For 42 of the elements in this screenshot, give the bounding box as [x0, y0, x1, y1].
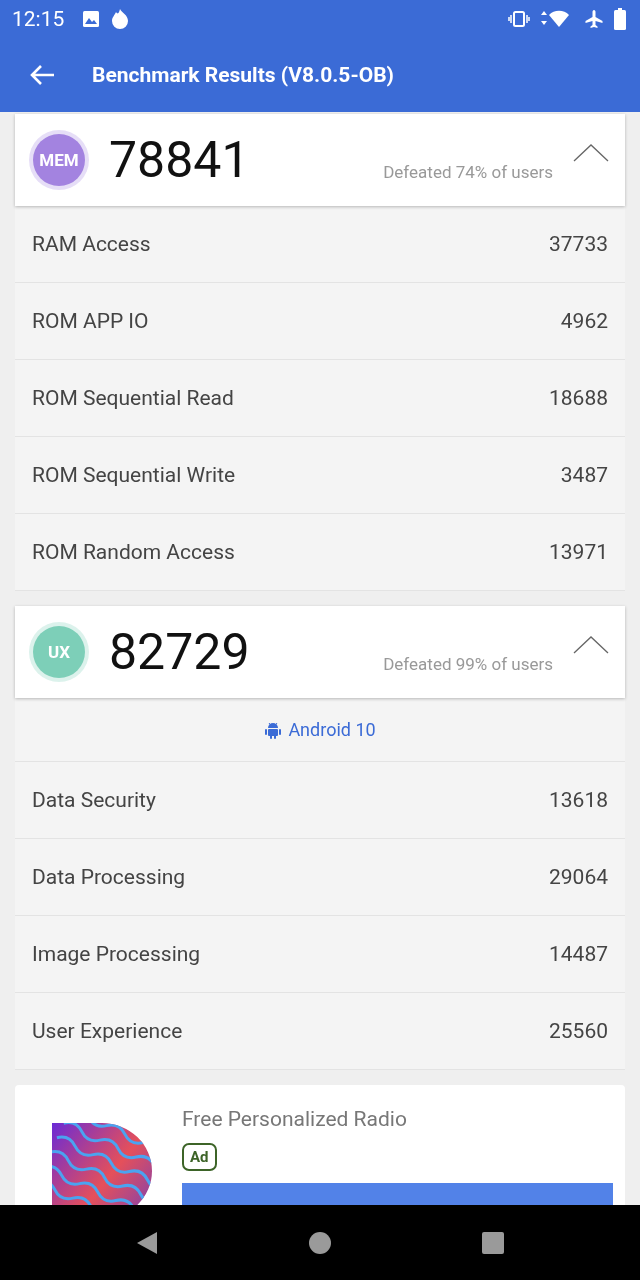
test-score: 4962: [560, 309, 608, 333]
airplane-icon: [584, 9, 604, 29]
test-name: User Experience: [32, 1019, 183, 1043]
os-version-text: Android 10: [288, 719, 376, 740]
test-name: RAM Access: [32, 232, 151, 256]
test-score: 13618: [549, 788, 608, 812]
test-score: 13971: [549, 540, 608, 564]
flame-icon: [110, 8, 131, 30]
test-name: Data Processing: [32, 865, 186, 889]
test-name: ROM Sequential Read: [32, 386, 234, 410]
category-badge: UX: [33, 626, 85, 678]
status-time: 12:15: [12, 7, 65, 31]
screen-title: Benchmark Results (V8.0.5-OB): [92, 63, 394, 87]
vibrate-icon: [508, 10, 530, 28]
test-score: 14487: [549, 942, 608, 966]
test-score: 18688: [549, 386, 608, 410]
test-name: ROM Random Access: [32, 540, 235, 564]
test-name: Data Security: [32, 788, 156, 812]
test-score: 29064: [549, 865, 608, 889]
category-badge: MEM: [33, 134, 85, 186]
battery-icon: [614, 8, 626, 30]
test-score: 25560: [549, 1019, 608, 1043]
total-score: 82729: [109, 623, 250, 681]
rank-text: Defeated 99% of users: [383, 654, 553, 674]
total-score: 78841: [109, 131, 250, 189]
android-icon: [264, 720, 283, 739]
test-name: Image Processing: [32, 942, 201, 966]
home-nav-icon[interactable]: [309, 1231, 331, 1254]
image-icon: [82, 10, 101, 28]
test-score: 3487: [560, 463, 608, 487]
ad-title: Free Personalized Radio: [182, 1107, 407, 1131]
test-name: ROM APP IO: [32, 309, 149, 333]
ad-label: Ad: [182, 1143, 217, 1171]
ad-card[interactable]: Free Personalized Radio Ad: [15, 1085, 625, 1205]
collapse-chevron-icon[interactable]: [573, 143, 609, 163]
collapse-chevron-icon[interactable]: [573, 635, 609, 655]
test-score: 37733: [549, 232, 608, 256]
rank-text: Defeated 74% of users: [383, 162, 553, 182]
back-icon[interactable]: [30, 64, 56, 86]
test-name: ROM Sequential Write: [32, 463, 236, 487]
recents-nav-icon[interactable]: [482, 1231, 505, 1254]
back-nav-icon[interactable]: [135, 1230, 158, 1255]
